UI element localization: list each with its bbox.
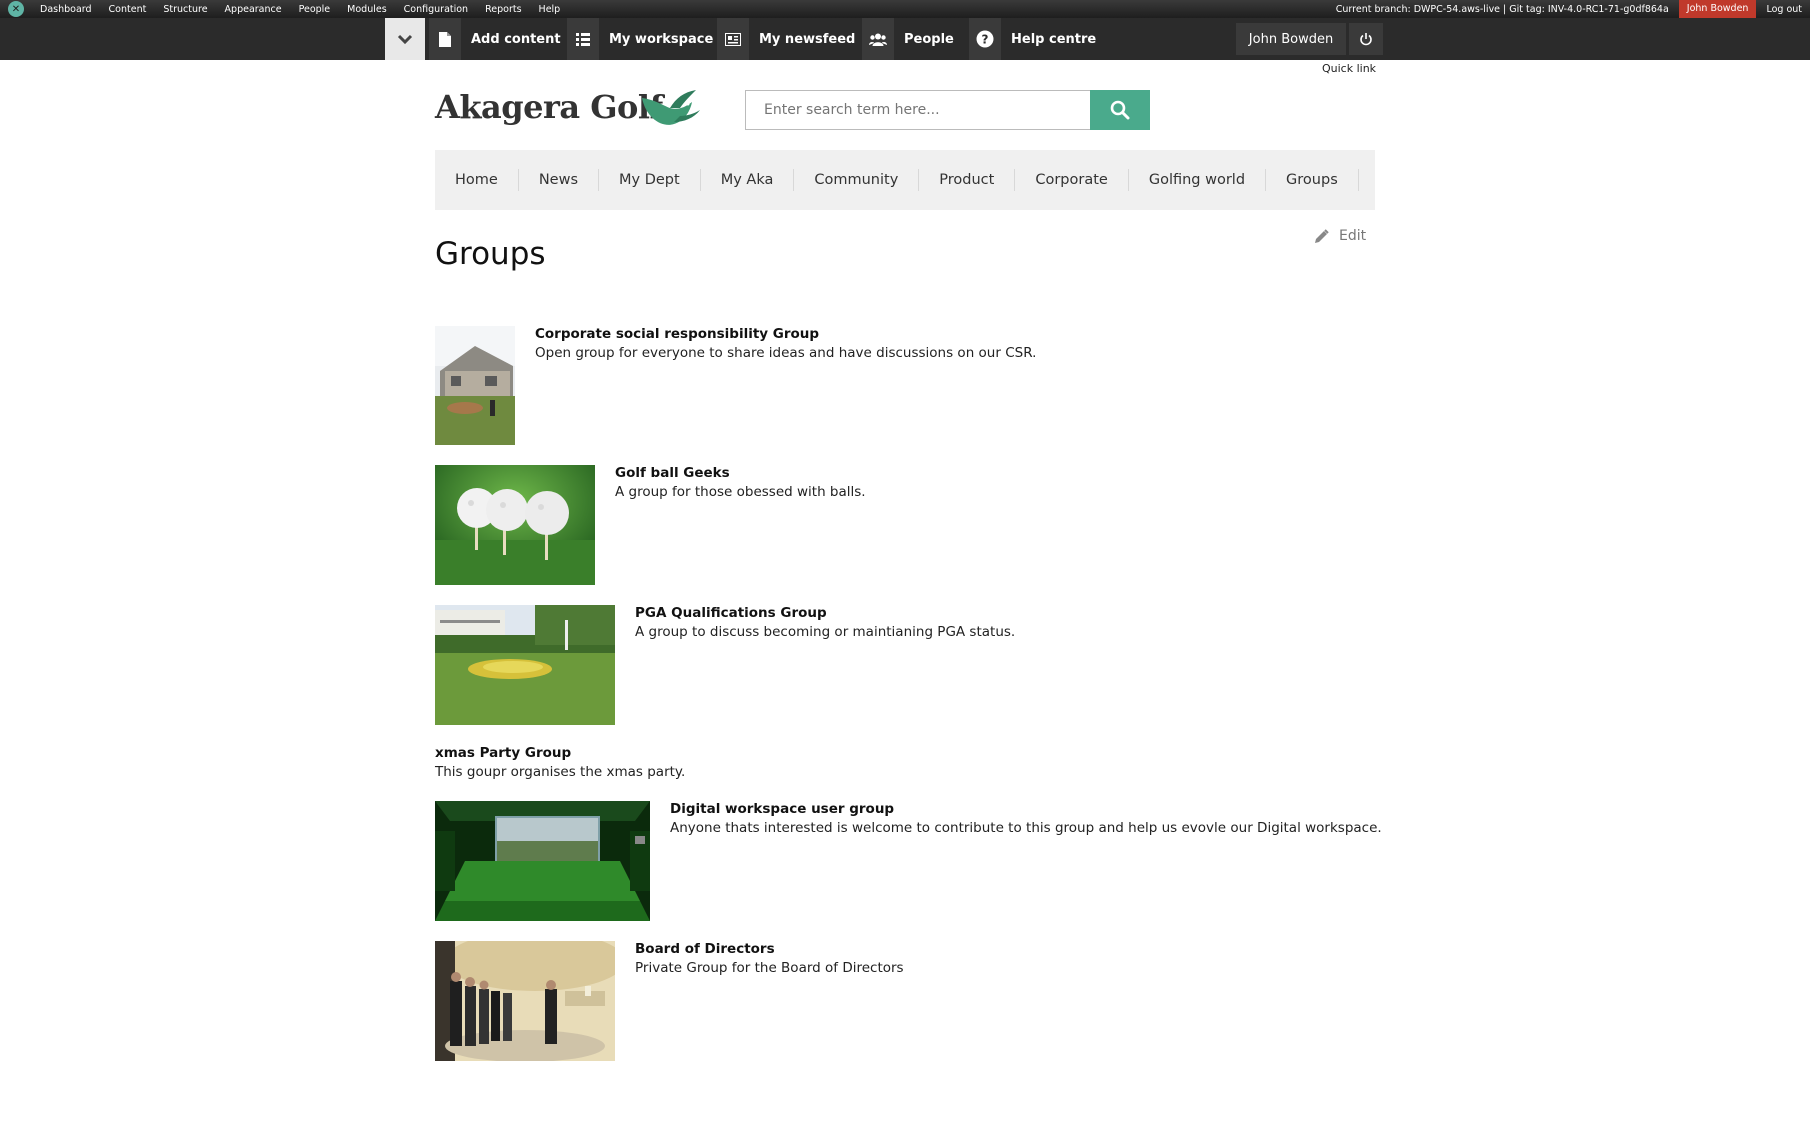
search-button[interactable] bbox=[1090, 90, 1150, 130]
search-input[interactable] bbox=[745, 90, 1091, 130]
power-icon bbox=[1360, 33, 1372, 46]
main-navigation: Home News My Dept My Aka Community Produ… bbox=[435, 150, 1375, 210]
group-title[interactable]: Golf ball Geeks bbox=[615, 465, 866, 481]
group-text: xmas Party Group This goupr organises th… bbox=[435, 745, 685, 780]
people-label: People bbox=[904, 31, 954, 47]
group-image[interactable] bbox=[435, 465, 595, 585]
group-description: A group for those obessed with balls. bbox=[615, 484, 866, 500]
toolbar-toggle-button[interactable] bbox=[385, 18, 425, 60]
group-title[interactable]: Board of Directors bbox=[635, 941, 904, 957]
nav-item-my-dept[interactable]: My Dept bbox=[599, 169, 701, 191]
svg-text:?: ? bbox=[982, 33, 989, 47]
group-title[interactable]: xmas Party Group bbox=[435, 745, 685, 761]
admin-menu-configuration[interactable]: Configuration bbox=[404, 4, 468, 15]
admin-menu-modules[interactable]: Modules bbox=[347, 4, 387, 15]
my-workspace-label: My workspace bbox=[609, 31, 714, 47]
branch-info: Current branch: DWPC-54.aws-live | Git t… bbox=[1335, 3, 1669, 15]
document-icon bbox=[429, 18, 461, 60]
group-text: PGA Qualifications Group A group to disc… bbox=[635, 605, 1015, 640]
admin-menu-reports[interactable]: Reports bbox=[485, 4, 521, 15]
admin-menu-content[interactable]: Content bbox=[109, 4, 147, 15]
group-description: Private Group for the Board of Directors bbox=[635, 960, 904, 976]
nav-item-product[interactable]: Product bbox=[919, 169, 1016, 191]
nav-item-news[interactable]: News bbox=[519, 169, 600, 191]
group-image[interactable] bbox=[435, 801, 650, 921]
list-icon bbox=[567, 18, 599, 60]
people-button[interactable]: People bbox=[862, 18, 954, 60]
group-description: Open group for everyone to share ideas a… bbox=[535, 345, 1037, 361]
add-content-button[interactable]: Add content bbox=[429, 18, 561, 60]
admin-user-link[interactable]: John Bowden bbox=[1678, 0, 1757, 18]
admin-menu-structure[interactable]: Structure bbox=[163, 4, 207, 15]
pencil-icon bbox=[1315, 228, 1329, 243]
nav-item-community[interactable]: Community bbox=[794, 169, 920, 191]
my-newsfeed-label: My newsfeed bbox=[759, 31, 856, 47]
admin-menu: Dashboard Content Structure Appearance P… bbox=[40, 4, 577, 15]
search-icon bbox=[1110, 100, 1130, 120]
page-title: Groups bbox=[435, 236, 546, 272]
group-description: A group to discuss becoming or maintiani… bbox=[635, 624, 1016, 640]
group-description: Anyone thats interested is welcome to co… bbox=[670, 820, 1382, 836]
admin-toolbar: ✕ Dashboard Content Structure Appearance… bbox=[0, 0, 1810, 18]
group-title[interactable]: Digital workspace user group bbox=[670, 801, 1382, 817]
add-content-label: Add content bbox=[471, 31, 561, 47]
group-title[interactable]: PGA Qualifications Group bbox=[635, 605, 1015, 621]
power-button[interactable] bbox=[1349, 23, 1383, 55]
group-title[interactable]: Corporate social responsibility Group bbox=[535, 326, 1036, 342]
site-logo-text[interactable]: Akagera Golf bbox=[435, 88, 663, 126]
admin-menu-appearance[interactable]: Appearance bbox=[225, 4, 282, 15]
edit-link[interactable]: Edit bbox=[1314, 228, 1366, 244]
group-text: Golf ball Geeks A group for those obesse… bbox=[615, 465, 866, 500]
people-icon bbox=[862, 18, 894, 60]
help-centre-label: Help centre bbox=[1011, 31, 1097, 47]
nav-item-home[interactable]: Home bbox=[435, 169, 519, 191]
group-text: Board of Directors Private Group for the… bbox=[635, 941, 904, 976]
newspaper-icon bbox=[717, 18, 749, 60]
admin-menu-people[interactable]: People bbox=[299, 4, 331, 15]
nav-item-my-aka[interactable]: My Aka bbox=[701, 169, 795, 191]
group-image[interactable] bbox=[435, 941, 615, 1061]
chevron-down-icon bbox=[397, 34, 413, 45]
question-icon: ? bbox=[969, 18, 1001, 60]
logout-link[interactable]: Log out bbox=[1756, 4, 1810, 15]
bird-logo-icon[interactable] bbox=[640, 88, 702, 130]
group-image[interactable] bbox=[435, 326, 515, 445]
group-text: Corporate social responsibility Group Op… bbox=[535, 326, 1036, 361]
nav-item-golfing-world[interactable]: Golfing world bbox=[1129, 169, 1267, 191]
help-centre-button[interactable]: ? Help centre bbox=[969, 18, 1096, 60]
workspace-toolbar: Add content My workspace My newsfeed Peo… bbox=[0, 18, 1810, 60]
admin-menu-help[interactable]: Help bbox=[539, 4, 561, 15]
group-image[interactable] bbox=[435, 605, 615, 725]
group-description: This goupr organises the xmas party. bbox=[435, 764, 686, 780]
drupal-logo-icon[interactable]: ✕ bbox=[8, 1, 24, 17]
nav-item-groups[interactable]: Groups bbox=[1266, 169, 1359, 191]
quick-link[interactable]: Quick link bbox=[1322, 62, 1376, 75]
admin-right: Current branch: DWPC-54.aws-live | Git t… bbox=[1336, 0, 1810, 18]
admin-menu-dashboard[interactable]: Dashboard bbox=[40, 4, 92, 15]
my-workspace-button[interactable]: My workspace bbox=[567, 18, 713, 60]
nav-item-corporate[interactable]: Corporate bbox=[1015, 169, 1129, 191]
group-text: Digital workspace user group Anyone that… bbox=[670, 801, 1382, 836]
edit-label: Edit bbox=[1339, 228, 1367, 244]
user-menu-button[interactable]: John Bowden bbox=[1236, 23, 1346, 55]
my-newsfeed-button[interactable]: My newsfeed bbox=[717, 18, 855, 60]
